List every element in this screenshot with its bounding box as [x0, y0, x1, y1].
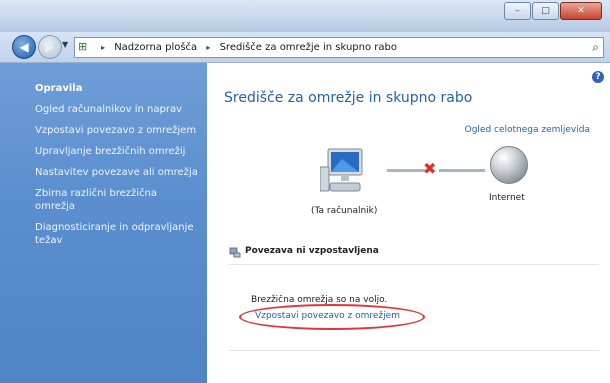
task-view-computers[interactable]: Ogled računalnikov in naprav [35, 103, 200, 116]
breadcrumb-separator: ▸ [206, 43, 211, 52]
task-pane-heading: Opravila [35, 83, 83, 94]
section-title: Povezava ni vzpostavljena [245, 246, 379, 256]
task-manage-wireless[interactable]: Upravljanje brezžičnih omrežij [35, 145, 200, 158]
breadcrumb-separator: ▸ [101, 43, 106, 52]
page-title: Središče za omrežje in skupno rabo [224, 90, 473, 106]
this-computer-label: (Ta računalnik) [311, 206, 378, 216]
back-button[interactable]: ◀ [12, 35, 36, 59]
connection-error-icon: ✖ [423, 159, 437, 178]
network-folder-icon: ⊞ [78, 40, 88, 53]
task-diagnose-repair[interactable]: Diagnosticiranje in odpravljanje težav [35, 221, 200, 247]
forward-arrow-icon: ▶ [45, 40, 55, 54]
connect-to-network-link[interactable]: Vzpostavi povezavo z omrežjem [255, 311, 400, 321]
close-button[interactable]: ✕ [560, 2, 602, 20]
task-connect-network[interactable]: Vzpostavi povezavo z omrežjem [35, 124, 200, 137]
connection-line [439, 169, 485, 172]
caption-buttons: – □ ✕ [503, 2, 602, 20]
divider [229, 350, 599, 351]
computer-icon [320, 148, 363, 192]
task-pane: Opravila Ogled računalnikov in naprav Vz… [0, 63, 207, 383]
minimize-button[interactable]: – [504, 2, 531, 20]
network-warning-icon [229, 247, 241, 258]
back-arrow-icon: ◀ [19, 40, 29, 54]
breadcrumb: ▸ Nadzorna plošča ▸ Središče za omrežje … [95, 38, 397, 57]
recent-pages-dropdown[interactable]: ▼ [62, 40, 68, 49]
search-icon[interactable]: ⌕ [592, 40, 599, 55]
breadcrumb-item-control-panel[interactable]: Nadzorna plošča [114, 42, 197, 53]
view-full-map-link[interactable]: Ogled celotnega zemljevida [465, 125, 590, 135]
title-bar: – □ ✕ [0, 0, 610, 32]
internet-label: Internet [489, 193, 525, 203]
help-icon[interactable]: ? [592, 71, 604, 83]
forward-button[interactable]: ▶ [38, 35, 62, 59]
task-list: Ogled računalnikov in naprav Vzpostavi p… [35, 103, 200, 255]
window: – □ ✕ ◀ ▶ ▼ ⊞ ▸ Nadzorna plošča ▸ Središ… [0, 0, 610, 383]
address-bar[interactable]: ⊞ ▸ Nadzorna plošča ▸ Središče za omrežj… [74, 37, 604, 58]
maximize-button[interactable]: □ [532, 2, 559, 20]
internet-globe-icon [490, 146, 528, 184]
connection-status-section: Povezava ni vzpostavljena [229, 244, 599, 265]
main-content: ? Središče za omrežje in skupno rabo Ogl… [207, 63, 610, 383]
breadcrumb-item-network-center[interactable]: Središče za omrežje in skupno rabo [220, 42, 397, 53]
navigation-bar: ◀ ▶ ▼ ⊞ ▸ Nadzorna plošča ▸ Središče za … [0, 32, 610, 63]
task-wireless-networks[interactable]: Zbirna različni brezžična omrežja [35, 187, 200, 213]
connection-line [387, 169, 425, 172]
task-setup-connection[interactable]: Nastavitev povezave ali omrežja [35, 166, 200, 179]
